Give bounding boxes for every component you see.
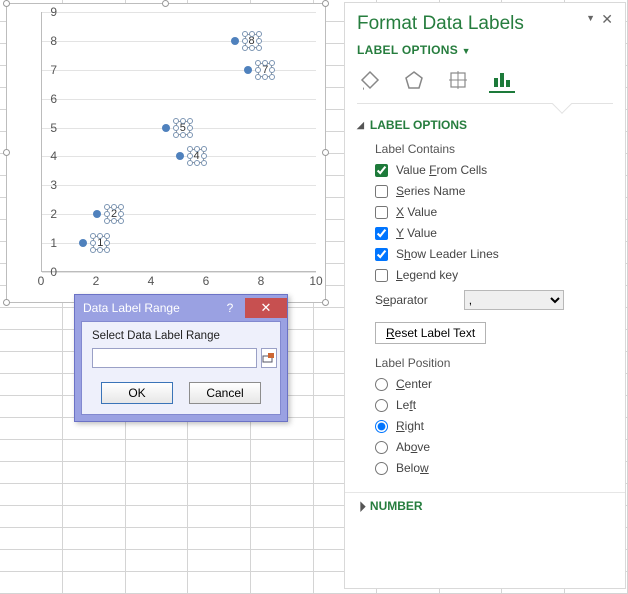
cancel-button[interactable]: Cancel — [189, 382, 261, 404]
section-number[interactable]: ◢NUMBER — [345, 493, 625, 519]
dialog-prompt: Select Data Label Range — [92, 330, 270, 342]
y-tick: 8 — [41, 34, 57, 48]
resize-handle[interactable] — [3, 299, 10, 306]
resize-handle[interactable] — [3, 149, 10, 156]
separator-select[interactable]: , — [464, 290, 564, 310]
x-tick: 8 — [258, 274, 265, 288]
y-tick: 3 — [41, 178, 57, 192]
range-picker-button[interactable] — [261, 348, 277, 368]
label-contains-heading: Label Contains — [375, 142, 613, 156]
data-point[interactable] — [93, 210, 101, 218]
data-label-range-dialog: Data Label Range ? ✕ Select Data Label R… — [74, 294, 288, 422]
y-tick: 9 — [41, 5, 57, 19]
x-tick: 0 — [38, 274, 45, 288]
chk-x-value[interactable] — [375, 206, 388, 219]
separator-label: Separator — [375, 293, 428, 307]
x-tick: 10 — [309, 274, 322, 288]
y-tick: 6 — [41, 92, 57, 106]
data-point[interactable] — [231, 37, 239, 45]
y-tick: 4 — [41, 149, 57, 163]
chk-value-from-cells[interactable] — [375, 164, 388, 177]
x-tick: 6 — [203, 274, 210, 288]
fill-line-icon[interactable] — [357, 67, 383, 93]
label-options-icon[interactable] — [489, 67, 515, 93]
dialog-title: Data Label Range — [83, 301, 180, 315]
plot-area[interactable]: 124578 — [41, 12, 316, 272]
data-point[interactable] — [162, 124, 170, 132]
resize-handle[interactable] — [322, 0, 329, 7]
format-data-labels-pane: Format Data Labels ▼ ✕ LABEL OPTIONS ▼ ◢… — [344, 2, 626, 589]
reset-label-text-button[interactable]: Reset Label Text — [375, 322, 486, 344]
chk-y-value[interactable] — [375, 227, 388, 240]
y-tick: 7 — [41, 63, 57, 77]
section-label-options[interactable]: ◢LABEL OPTIONS — [345, 112, 625, 138]
data-label[interactable]: 1 — [93, 236, 107, 250]
rad-above[interactable] — [375, 441, 388, 454]
data-point[interactable] — [176, 152, 184, 160]
data-label[interactable]: 4 — [190, 149, 204, 163]
pane-subtitle[interactable]: LABEL OPTIONS — [357, 43, 458, 57]
close-button[interactable]: ✕ — [245, 298, 287, 318]
pane-close-button[interactable]: ✕ — [597, 11, 617, 28]
chk-legend-key[interactable] — [375, 269, 388, 282]
data-label[interactable]: 7 — [258, 63, 272, 77]
effects-icon[interactable] — [401, 67, 427, 93]
rad-center[interactable] — [375, 378, 388, 391]
chart-object[interactable]: 124578 01234567890246810 — [6, 3, 326, 303]
chk-leader-lines[interactable] — [375, 248, 388, 261]
collapse-dialog-icon — [262, 351, 276, 365]
label-position-heading: Label Position — [375, 356, 613, 370]
rad-right[interactable] — [375, 420, 388, 433]
pane-title: Format Data Labels — [357, 13, 524, 34]
rad-left[interactable] — [375, 399, 388, 412]
ok-button[interactable]: OK — [101, 382, 173, 404]
y-tick: 2 — [41, 207, 57, 221]
data-point[interactable] — [79, 239, 87, 247]
size-properties-icon[interactable] — [445, 67, 471, 93]
x-tick: 2 — [93, 274, 100, 288]
data-label[interactable]: 5 — [176, 121, 190, 135]
chk-series-name[interactable] — [375, 185, 388, 198]
resize-handle[interactable] — [162, 0, 169, 7]
data-label[interactable]: 8 — [245, 34, 259, 48]
rad-below[interactable] — [375, 462, 388, 475]
resize-handle[interactable] — [322, 299, 329, 306]
data-label[interactable]: 2 — [107, 207, 121, 221]
y-tick: 5 — [41, 121, 57, 135]
range-input[interactable] — [92, 348, 257, 368]
x-tick: 4 — [148, 274, 155, 288]
y-tick: 1 — [41, 236, 57, 250]
resize-handle[interactable] — [3, 0, 10, 7]
data-point[interactable] — [244, 66, 252, 74]
resize-handle[interactable] — [322, 149, 329, 156]
help-button[interactable]: ? — [215, 298, 245, 318]
